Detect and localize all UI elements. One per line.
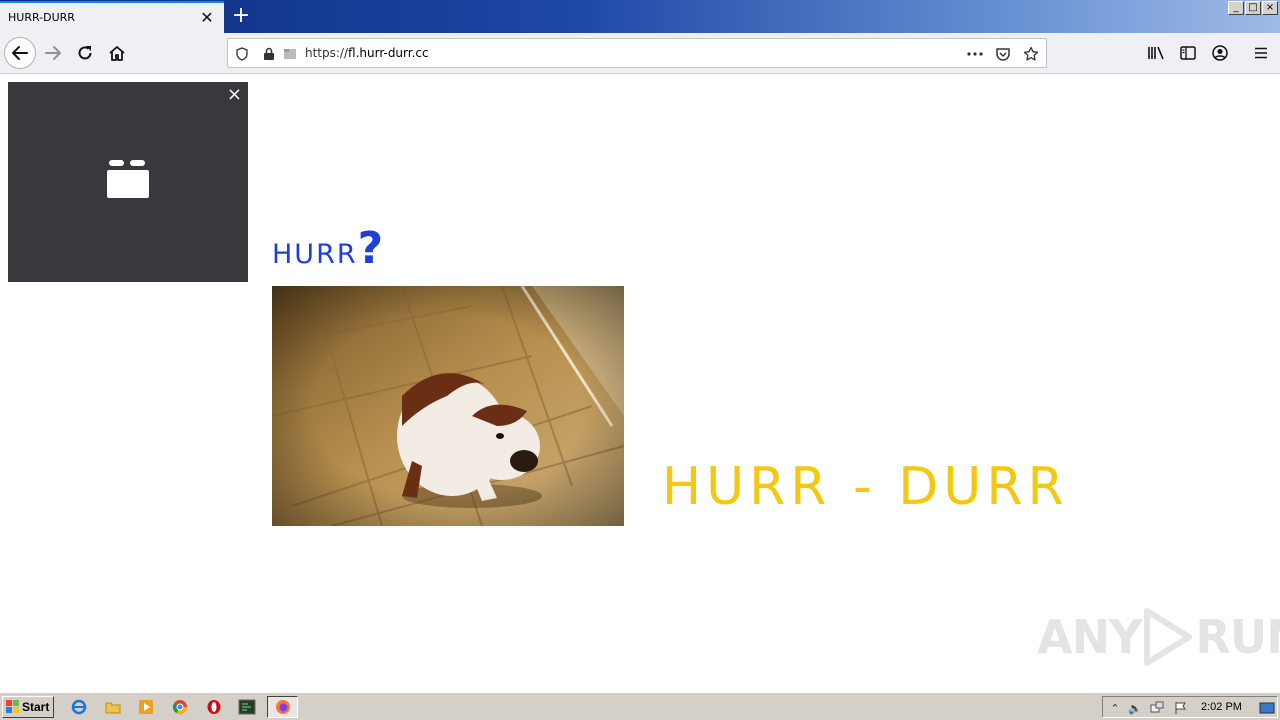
url-host: fl.hurr-durr.cc bbox=[348, 46, 429, 60]
bulldog-image bbox=[272, 286, 624, 526]
sidebar-button[interactable] bbox=[1172, 37, 1204, 69]
hamburger-menu-icon bbox=[1255, 47, 1267, 59]
clock[interactable]: 2:02 PM bbox=[1201, 701, 1242, 713]
reload-icon bbox=[78, 46, 92, 60]
question-mark: ? bbox=[357, 223, 384, 274]
arrow-right-icon bbox=[45, 46, 61, 60]
start-button[interactable]: Start bbox=[2, 696, 54, 718]
ie-taskbar-icon[interactable] bbox=[70, 698, 88, 716]
windows-taskbar: Start ⌃ 🔈 2:02 PM bbox=[0, 692, 1280, 720]
address-bar[interactable]: https://fl.hurr-durr.cc bbox=[227, 38, 1047, 68]
restore-button[interactable]: □ bbox=[1245, 1, 1261, 15]
action-center-flag-icon[interactable] bbox=[1173, 700, 1189, 716]
media-player-taskbar-icon[interactable] bbox=[137, 698, 155, 716]
system-tray: ⌃ 🔈 2:02 PM bbox=[1102, 696, 1278, 718]
video-player-panel[interactable]: × bbox=[8, 82, 248, 282]
explorer-taskbar-icon[interactable] bbox=[104, 698, 122, 716]
sidebar-icon bbox=[1180, 46, 1196, 60]
volume-icon[interactable]: 🔈 bbox=[1127, 700, 1143, 716]
library-button[interactable] bbox=[1140, 37, 1172, 69]
browser-tab-bar: HURR-DURR ✕ + _ □ × bbox=[0, 0, 1280, 33]
watermark-left-text: ANY bbox=[1037, 610, 1142, 664]
account-button[interactable] bbox=[1204, 37, 1236, 69]
tab-active[interactable]: HURR-DURR ✕ bbox=[0, 1, 224, 33]
play-triangle-icon bbox=[1144, 608, 1193, 666]
menu-button[interactable] bbox=[1245, 37, 1277, 69]
account-icon bbox=[1212, 45, 1228, 61]
hurr-word: HURR bbox=[272, 239, 358, 270]
bookmark-star-icon[interactable] bbox=[1023, 46, 1039, 62]
home-button[interactable] bbox=[101, 37, 133, 69]
close-window-button[interactable]: × bbox=[1262, 1, 1278, 15]
chrome-taskbar-icon[interactable] bbox=[171, 698, 189, 716]
cmd-taskbar-icon[interactable] bbox=[238, 698, 256, 716]
firefox-icon bbox=[275, 700, 290, 714]
show-desktop-icon[interactable] bbox=[1259, 700, 1275, 716]
web-page: × HURR? HURR - DURR ANY RU bbox=[0, 75, 1280, 692]
forward-button[interactable] bbox=[37, 37, 69, 69]
back-button[interactable] bbox=[4, 37, 36, 69]
tab-close-icon[interactable]: ✕ bbox=[198, 9, 216, 27]
hurr-question-heading: HURR? bbox=[272, 223, 383, 274]
url-scheme: https:// bbox=[305, 46, 349, 60]
tab-title: HURR-DURR bbox=[8, 11, 75, 24]
hurr-durr-headline: HURR - DURR bbox=[662, 457, 1069, 517]
reload-button[interactable] bbox=[69, 37, 101, 69]
library-icon bbox=[1148, 46, 1164, 60]
pocket-icon[interactable] bbox=[995, 46, 1011, 62]
firefox-taskbar-button[interactable] bbox=[267, 696, 298, 718]
window-controls: _ □ × bbox=[1228, 1, 1278, 15]
tray-expand-icon[interactable]: ⌃ bbox=[1107, 700, 1123, 716]
opera-taskbar-icon[interactable] bbox=[205, 698, 223, 716]
navigation-toolbar: https://fl.hurr-durr.cc bbox=[0, 33, 1280, 74]
video-close-icon[interactable]: × bbox=[227, 86, 242, 104]
minimize-button[interactable]: _ bbox=[1228, 1, 1244, 15]
lock-icon[interactable] bbox=[261, 46, 277, 62]
watermark-right-text: RUN bbox=[1195, 610, 1280, 664]
home-icon bbox=[109, 46, 125, 61]
anyrun-watermark: ANY RUN bbox=[1037, 607, 1280, 667]
new-tab-button[interactable]: + bbox=[230, 4, 252, 28]
start-label: Start bbox=[22, 700, 50, 714]
page-icon bbox=[282, 46, 298, 62]
plugin-placeholder-icon bbox=[107, 160, 149, 198]
url-text[interactable]: https://fl.hurr-durr.cc bbox=[305, 46, 429, 60]
arrow-left-icon bbox=[12, 46, 28, 60]
shield-icon[interactable] bbox=[234, 46, 250, 62]
network-icon[interactable] bbox=[1149, 700, 1165, 716]
more-actions-icon[interactable] bbox=[967, 46, 983, 62]
windows-logo-icon bbox=[6, 700, 19, 713]
